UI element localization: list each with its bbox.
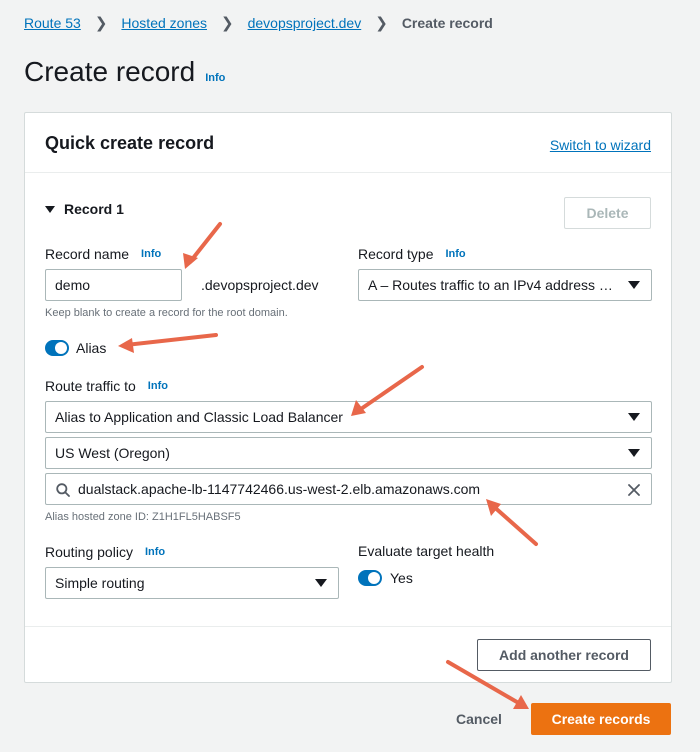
record-type-label-text: Record type	[358, 246, 434, 262]
evaluate-health-label: Evaluate target health	[358, 543, 495, 559]
region-select[interactable]: US West (Oregon)	[45, 437, 652, 469]
page-title: Create record Info	[24, 56, 225, 88]
breadcrumb-current: Create record	[401, 15, 493, 31]
record-name-label: Record name Info	[45, 246, 161, 262]
routing-policy-info-link[interactable]: Info	[145, 546, 165, 558]
evaluate-health-toggle-knob	[368, 572, 380, 584]
close-icon[interactable]	[627, 483, 641, 497]
alias-toggle[interactable]	[45, 340, 69, 356]
routing-policy-label-text: Routing policy	[45, 544, 133, 560]
routing-policy-label: Routing policy Info	[45, 544, 165, 560]
route-traffic-label: Route traffic to Info	[45, 378, 168, 394]
cancel-button[interactable]: Cancel	[456, 711, 502, 727]
routing-policy-select[interactable]: Simple routing	[45, 567, 339, 599]
route-traffic-label-text: Route traffic to	[45, 378, 136, 394]
routing-policy-value: Simple routing	[55, 575, 145, 591]
chevron-right-icon: ❯	[94, 15, 108, 32]
evaluate-health-toggle[interactable]	[358, 570, 382, 586]
record-type-select[interactable]: A – Routes traffic to an IPv4 address an…	[358, 269, 652, 301]
caret-down-icon	[45, 205, 55, 213]
alias-toggle-knob	[55, 342, 67, 354]
record-1-expander[interactable]: Record 1	[45, 201, 124, 217]
region-value: US West (Oregon)	[55, 445, 170, 461]
panel-divider	[25, 626, 671, 627]
panel-header: Quick create record Switch to wizard	[25, 113, 671, 173]
dropdown-arrow-icon	[628, 413, 640, 421]
dropdown-arrow-icon	[628, 281, 640, 289]
dropdown-arrow-icon	[628, 449, 640, 457]
search-icon	[56, 483, 70, 497]
record-type-label: Record type Info	[358, 246, 466, 262]
quick-create-panel: Quick create record Switch to wizard Rec…	[24, 112, 672, 683]
dropdown-arrow-icon	[315, 579, 327, 587]
endpoint-select[interactable]: Alias to Application and Classic Load Ba…	[45, 401, 652, 433]
breadcrumb-hosted-zones[interactable]: Hosted zones	[121, 15, 207, 31]
chevron-right-icon: ❯	[221, 15, 234, 32]
page-info-link[interactable]: Info	[205, 72, 225, 84]
add-another-record-button[interactable]: Add another record	[477, 639, 651, 671]
load-balancer-search-input[interactable]: dualstack.apache-lb-1147742466.us-west-2…	[45, 473, 652, 505]
page-title-text: Create record	[24, 56, 196, 87]
record-type-info-link[interactable]: Info	[445, 248, 465, 260]
record-name-label-text: Record name	[45, 246, 130, 262]
chevron-right-icon: ❯	[375, 15, 388, 32]
delete-button[interactable]: Delete	[564, 197, 651, 229]
domain-suffix: .devopsproject.dev	[201, 277, 319, 293]
load-balancer-value: dualstack.apache-lb-1147742466.us-west-2…	[78, 481, 481, 497]
panel-title: Quick create record	[45, 133, 215, 153]
switch-to-wizard-link[interactable]: Switch to wizard	[550, 137, 651, 153]
endpoint-value: Alias to Application and Classic Load Ba…	[55, 409, 343, 425]
record-name-info-link[interactable]: Info	[141, 248, 161, 260]
route-traffic-info-link[interactable]: Info	[148, 380, 168, 392]
breadcrumb-route53[interactable]: Route 53	[24, 15, 81, 31]
alias-zone-id-hint: Alias hosted zone ID: Z1H1FL5HABSF5	[45, 511, 241, 523]
record-type-value: A – Routes traffic to an IPv4 address an…	[368, 277, 651, 293]
breadcrumb: Route 53 ❯ Hosted zones ❯ devopsproject.…	[24, 14, 493, 32]
annotation-arrowhead	[513, 695, 529, 709]
create-records-button[interactable]: Create records	[531, 703, 671, 735]
record-name-input[interactable]: demo	[45, 269, 182, 301]
record-1-label: Record 1	[64, 201, 124, 217]
breadcrumb-zone[interactable]: devopsproject.dev	[248, 15, 362, 31]
alias-label: Alias	[76, 340, 107, 356]
evaluate-health-value: Yes	[390, 570, 413, 586]
record-name-hint: Keep blank to create a record for the ro…	[45, 307, 288, 319]
